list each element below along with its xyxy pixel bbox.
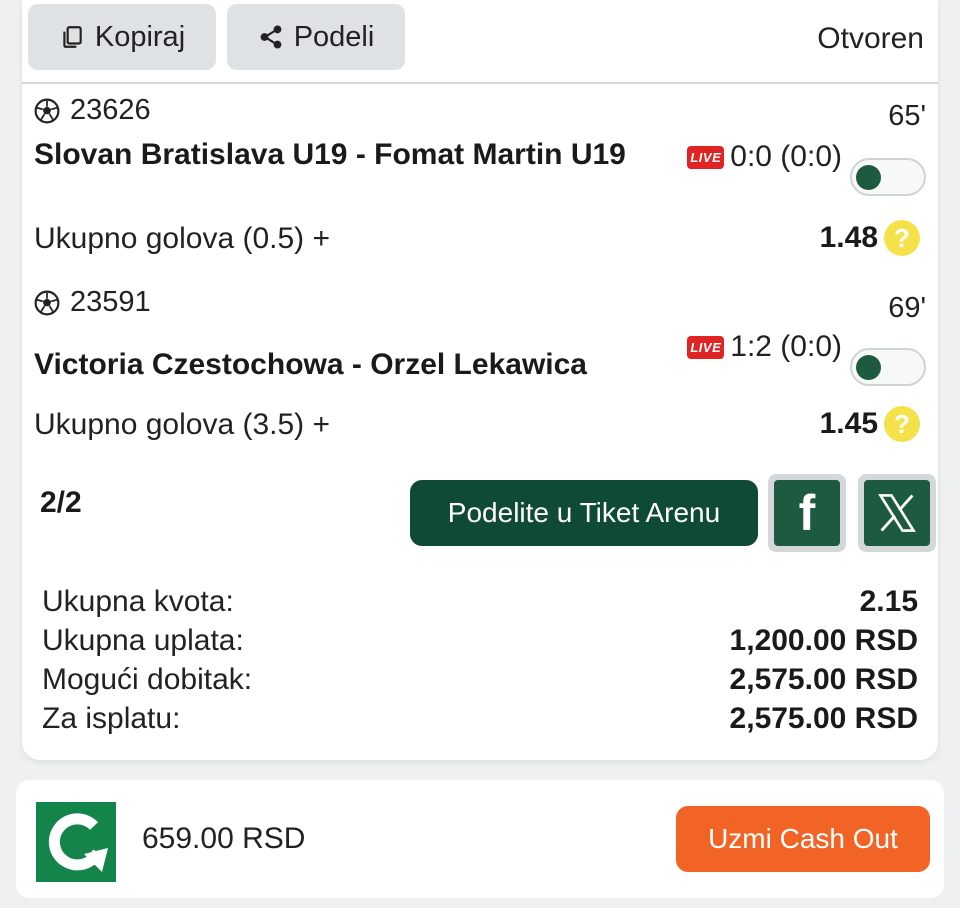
help-icon[interactable]: ? <box>884 220 920 256</box>
summary-label: Ukupna uplata: <box>42 623 244 657</box>
odds-value: 1.45 <box>819 407 878 440</box>
football-icon <box>34 290 60 315</box>
live-score: LIVE 0:0 (0:0) <box>687 140 842 174</box>
live-badge: LIVE <box>687 335 725 359</box>
match-id: 23626 <box>34 94 151 127</box>
refresh-arrow-icon <box>48 813 108 872</box>
summary-value: 2,575.00 RSD <box>729 662 918 696</box>
x-share-button[interactable] <box>858 474 936 552</box>
football-icon <box>34 98 60 123</box>
summary-label: Za isplatu: <box>42 701 181 735</box>
copy-icon <box>63 26 82 48</box>
summary-row: Za isplatu: 2,575.00 RSD <box>42 699 918 738</box>
match-teams: Victoria Czestochowa - Orzel Lekawica <box>34 348 587 381</box>
match-odds: 1.48 ? <box>820 220 920 256</box>
bet-market: Ukupno golova (3.5) + <box>34 408 331 441</box>
share-arena-button[interactable]: Podelite u Tiket Arenu <box>410 480 758 546</box>
summary-label: Ukupna kvota: <box>42 584 234 618</box>
match-id-text: 23626 <box>70 94 151 126</box>
match-odds: 1.45 ? <box>820 406 920 442</box>
ticket-card: Kopiraj Podeli Otvoren 23626 65' Slovan … <box>22 0 938 760</box>
match-toggle[interactable] <box>850 348 926 386</box>
match-id-text: 23591 <box>70 286 151 318</box>
facebook-glyph: f <box>798 485 816 541</box>
summary-row: Ukupna kvota: 2.15 <box>42 582 918 621</box>
match-minute: 65' <box>888 100 926 132</box>
facebook-share-button[interactable]: f <box>768 474 846 552</box>
cashout-button[interactable]: Uzmi Cash Out <box>676 806 930 872</box>
share-button[interactable]: Podeli <box>227 4 405 70</box>
match-score: 0:0 (0:0) <box>730 140 842 173</box>
bet-market: Ukupno golova (0.5) + <box>34 222 331 255</box>
selection-count: 2/2 <box>40 486 82 519</box>
ticket-status: Otvoren <box>817 22 924 55</box>
match-teams: Slovan Bratislava U19 - Fomat Martin U19 <box>34 138 626 171</box>
copy-button[interactable]: Kopiraj <box>28 4 216 70</box>
summary-label: Mogući dobitak: <box>42 662 253 696</box>
summary-value: 1,200.00 RSD <box>729 623 918 657</box>
cashout-logo-icon <box>36 802 116 882</box>
match-id: 23591 <box>34 286 151 319</box>
help-icon[interactable]: ? <box>884 406 920 442</box>
summary-row: Mogući dobitak: 2,575.00 RSD <box>42 660 918 699</box>
summary-value: 2.15 <box>859 584 918 618</box>
toggle-knob <box>856 165 881 190</box>
match-score: 1:2 (0:0) <box>730 330 842 363</box>
cashout-amount: 659.00 RSD <box>142 822 306 855</box>
live-score: LIVE 1:2 (0:0) <box>687 330 842 364</box>
match-minute: 69' <box>888 292 926 324</box>
toggle-knob <box>856 355 881 380</box>
copy-button-label: Kopiraj <box>94 20 186 53</box>
summary-value: 2,575.00 RSD <box>729 701 918 735</box>
live-badge: LIVE <box>687 145 725 169</box>
ticket-summary: Ukupna kvota: 2.15 Ukupna uplata: 1,200.… <box>42 582 918 738</box>
match-toggle[interactable] <box>850 158 926 196</box>
share-icon <box>260 25 282 49</box>
cashout-bar: 659.00 RSD Uzmi Cash Out <box>16 780 944 898</box>
x-icon <box>864 480 930 546</box>
share-button-label: Podeli <box>293 20 375 53</box>
summary-row: Ukupna uplata: 1,200.00 RSD <box>42 621 918 660</box>
x-logo-icon <box>878 494 916 532</box>
ticket-toolbar: Kopiraj Podeli Otvoren <box>22 0 938 84</box>
facebook-icon: f <box>774 480 840 546</box>
odds-value: 1.48 <box>819 221 878 254</box>
